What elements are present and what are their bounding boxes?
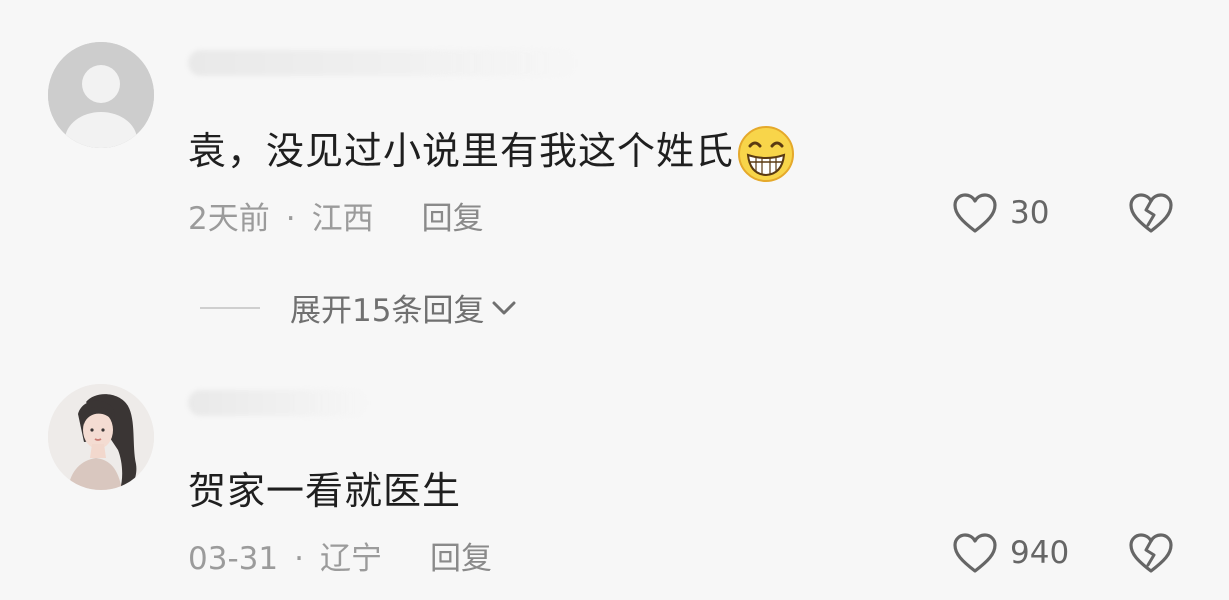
- dislike-button[interactable]: [1128, 192, 1174, 238]
- reply-button[interactable]: 回复: [422, 201, 484, 237]
- comment-text: 袁，没见过小说里有我这个姓氏: [188, 120, 796, 184]
- like-button[interactable]: 940: [952, 532, 1069, 574]
- heart-outline-icon: [953, 193, 997, 233]
- comment-meta: 03-31 · 辽宁 回复: [188, 533, 492, 578]
- divider-line: [200, 306, 260, 309]
- comment-text: 贺家一看就医生: [188, 460, 461, 515]
- comment-time: 2天前: [188, 201, 270, 237]
- like-count: 940: [1010, 535, 1070, 571]
- broken-heart-icon: [1129, 533, 1173, 573]
- comment-time: 03-31: [188, 541, 279, 577]
- default-avatar-icon: [48, 42, 154, 148]
- comment-text-content: 袁，没见过小说里有我这个姓氏: [188, 129, 735, 173]
- dislike-button[interactable]: [1128, 532, 1174, 578]
- meta-separator: ·: [294, 541, 304, 577]
- avatar-illustration: [48, 384, 154, 490]
- avatar[interactable]: [48, 42, 154, 148]
- grinning-face-emoji-icon: [736, 124, 796, 184]
- username-blurred[interactable]: [188, 390, 368, 416]
- expand-replies-label: 展开15条回复: [290, 293, 485, 329]
- username-blurred[interactable]: [188, 50, 578, 76]
- like-button[interactable]: 30: [952, 192, 1049, 234]
- meta-separator: ·: [285, 201, 296, 237]
- comment-meta: 2天前 · 江西 回复: [188, 193, 484, 238]
- comment-text-content: 贺家一看就医生: [188, 469, 462, 513]
- chevron-down-icon: [492, 301, 516, 314]
- comment-item: 袁，没见过小说里有我这个姓氏 2天前 · 江西 回复 30 展开15条回复: [0, 0, 1229, 360]
- like-count: 30: [1010, 195, 1050, 231]
- heart-outline-icon: [953, 533, 997, 573]
- broken-heart-icon: [1129, 193, 1173, 233]
- expand-replies-button[interactable]: 展开15条回复: [200, 285, 518, 330]
- comment-item: 贺家一看就医生 03-31 · 辽宁 回复 940: [0, 360, 1229, 600]
- comment-location: 辽宁: [319, 541, 382, 577]
- avatar[interactable]: [48, 384, 154, 490]
- comment-location: 江西: [311, 201, 374, 237]
- reply-button[interactable]: 回复: [430, 541, 492, 577]
